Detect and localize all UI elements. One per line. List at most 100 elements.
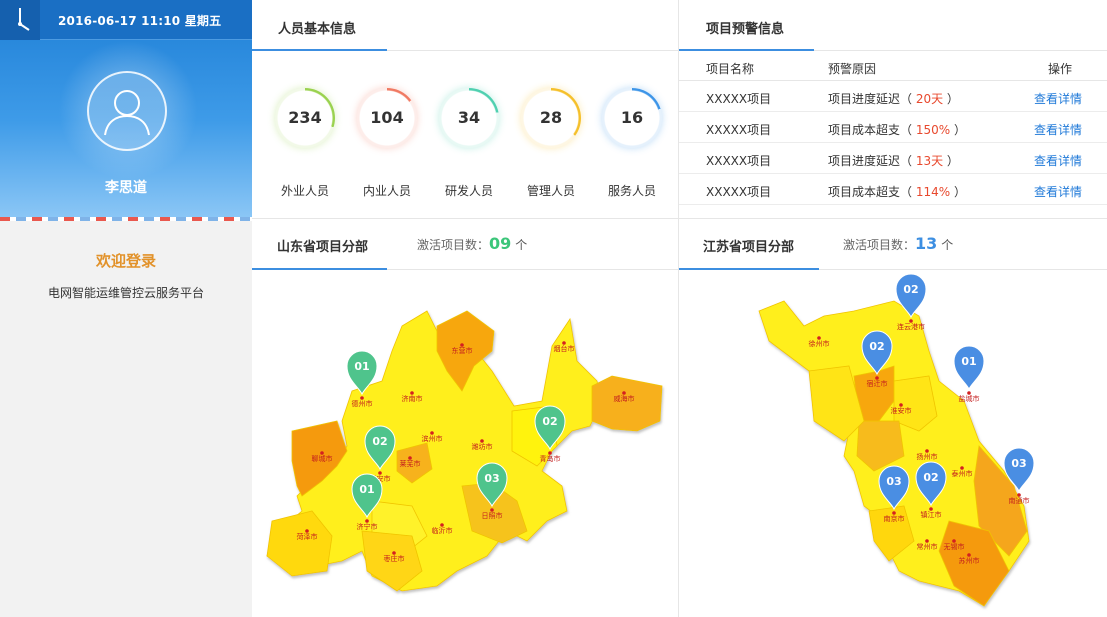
city-label: 日照市 bbox=[482, 511, 503, 520]
user-icon bbox=[104, 90, 150, 136]
active-unit: 个 bbox=[941, 238, 954, 252]
staff-panel-title: 人员基本信息 bbox=[278, 22, 357, 37]
city-label: 滨州市 bbox=[422, 434, 443, 443]
stat-value: 234 bbox=[288, 108, 322, 127]
city-label: 潍坊市 bbox=[472, 442, 493, 451]
city-label: 扬州市 bbox=[917, 452, 938, 461]
stat-value: 16 bbox=[620, 108, 644, 127]
stat-ring: 234 bbox=[275, 88, 335, 148]
warning-panel-title: 项目预警信息 bbox=[706, 22, 785, 37]
shandong-active: 激活项目数：09 个 bbox=[417, 234, 527, 253]
date-bar: 2016-06-17 11:10 星期五 bbox=[0, 0, 252, 40]
jiangsu-panel-header: 江苏省项目分部 激活项目数：13 个 bbox=[679, 219, 1107, 270]
warning-value: 150% bbox=[912, 123, 954, 137]
city-label: 泰州市 bbox=[952, 469, 973, 478]
user-name: 李思道 bbox=[105, 180, 147, 196]
city-label: 青岛市 bbox=[540, 454, 561, 463]
shandong-title: 山东省项目分部 bbox=[277, 240, 369, 255]
stat-label: 管理人员 bbox=[526, 184, 575, 198]
staff-stat: 104 内业人员 bbox=[356, 88, 418, 198]
clock-icon bbox=[0, 0, 40, 40]
active-count: 13 bbox=[915, 234, 938, 253]
col-name: 项目名称 bbox=[706, 62, 755, 76]
project-name: XXXXX项目 bbox=[706, 185, 772, 199]
city-label: 淮安市 bbox=[891, 406, 912, 415]
stat-label: 内业人员 bbox=[362, 184, 411, 198]
stat-value: 104 bbox=[370, 108, 404, 127]
city-label: 宿迁市 bbox=[867, 379, 888, 388]
map-pin-count: 02 bbox=[869, 340, 884, 353]
stat-value: 28 bbox=[539, 108, 563, 127]
jiangsu-active: 激活项目数：13 个 bbox=[843, 234, 953, 253]
map-pin-count: 03 bbox=[484, 472, 499, 485]
city-label: 南通市 bbox=[1009, 496, 1030, 505]
city-label: 连云港市 bbox=[897, 322, 925, 331]
platform-name: 电网智能运维管控云服务平台 bbox=[47, 286, 204, 300]
warning-panel: 项目预警信息 项目名称 预警原因 操作 XXXXX项目 项目进度延迟（ 20天 ）… bbox=[679, 0, 1107, 219]
map-pin[interactable]: 01 bbox=[953, 345, 985, 391]
col-action: 操作 bbox=[1048, 62, 1073, 76]
city-label: 盐城市 bbox=[959, 394, 980, 403]
map-pin-count: 02 bbox=[372, 435, 387, 448]
map-pin-count: 02 bbox=[923, 471, 938, 484]
warning-panel-header: 项目预警信息 bbox=[679, 0, 1107, 51]
city-label: 南京市 bbox=[884, 514, 905, 523]
project-name: XXXXX项目 bbox=[706, 123, 772, 137]
map-pin-count: 03 bbox=[1011, 457, 1026, 470]
tab-underline bbox=[679, 268, 819, 270]
view-details-link[interactable]: 查看详情 bbox=[1034, 90, 1082, 107]
staff-stat: 34 研发人员 bbox=[438, 88, 500, 198]
city-label: 烟台市 bbox=[554, 344, 575, 353]
tab-underline bbox=[252, 268, 387, 270]
city-label: 威海市 bbox=[614, 394, 635, 403]
shandong-panel-header: 山东省项目分部 激活项目数：09 个 bbox=[252, 219, 678, 270]
stat-ring: 104 bbox=[357, 88, 417, 148]
warning-reason: 项目进度延迟（ 20天 ） bbox=[828, 92, 959, 106]
jiangsu-title: 江苏省项目分部 bbox=[703, 240, 795, 255]
dashboard: 2016-06-17 11:10 星期五 李思道 欢迎登录 电网智能运维管控云服… bbox=[0, 0, 1107, 617]
map-pin-count: 01 bbox=[961, 355, 976, 368]
city-label: 菏泽市 bbox=[297, 532, 318, 541]
project-name: XXXXX项目 bbox=[706, 154, 772, 168]
staff-stat: 28 管理人员 bbox=[520, 88, 582, 198]
tab-underline bbox=[252, 49, 387, 51]
table-row: XXXXX项目 项目进度延迟（ 13天 ） 查看详情 bbox=[679, 143, 1107, 174]
city-label: 聊城市 bbox=[312, 454, 333, 463]
welcome-text: 欢迎登录 bbox=[95, 252, 156, 270]
active-label: 激活项目数： bbox=[417, 238, 490, 252]
divider-stripe bbox=[0, 217, 252, 221]
stat-label: 外业人员 bbox=[280, 184, 329, 198]
staff-stat: 16 服务人员 bbox=[601, 88, 663, 198]
city-label: 临沂市 bbox=[432, 526, 453, 535]
city-label: 镇江市 bbox=[921, 510, 942, 519]
table-row: XXXXX项目 项目成本超支（ 114% ） 查看详情 bbox=[679, 174, 1107, 205]
avatar[interactable] bbox=[87, 71, 167, 151]
map-pin-count: 02 bbox=[903, 283, 918, 296]
staff-panel-header: 人员基本信息 bbox=[252, 0, 678, 51]
warning-value: 20天 bbox=[912, 92, 947, 106]
active-count: 09 bbox=[489, 234, 512, 253]
shandong-map[interactable]: 德州市济南市东营市 烟台市威海市聊城市莱芜市泰安市潍坊市青岛市济宁市日照市菏泽市临… bbox=[252, 271, 679, 617]
stat-ring: 34 bbox=[439, 88, 499, 148]
city-label: 苏州市 bbox=[959, 556, 980, 565]
map-pin-count: 02 bbox=[542, 415, 557, 428]
staff-stat: 234 外业人员 bbox=[274, 88, 336, 198]
view-details-link[interactable]: 查看详情 bbox=[1034, 121, 1082, 138]
table-row: XXXXX项目 项目成本超支（ 150% ） 查看详情 bbox=[679, 112, 1107, 143]
city-label: 济宁市 bbox=[357, 522, 378, 531]
warning-value: 13天 bbox=[912, 154, 947, 168]
city-label: 东营市 bbox=[452, 346, 473, 355]
city-label: 莱芜市 bbox=[400, 459, 421, 468]
map-pin-count: 01 bbox=[359, 483, 374, 496]
jiangsu-map[interactable]: 连云港市徐州市宿迁市盐城市淮安市扬州市泰州市南京市 镇江市常州市 无锡市苏州市 南通市… bbox=[679, 271, 1107, 617]
active-unit: 个 bbox=[515, 238, 528, 252]
table-row: XXXXX项目 项目进度延迟（ 20天 ） 查看详情 bbox=[679, 81, 1107, 112]
view-details-link[interactable]: 查看详情 bbox=[1034, 183, 1082, 200]
city-label: 徐州市 bbox=[809, 339, 830, 348]
warning-table-header: 项目名称 预警原因 操作 bbox=[679, 51, 1107, 81]
warning-reason: 项目成本超支（ 150% ） bbox=[828, 123, 966, 137]
view-details-link[interactable]: 查看详情 bbox=[1034, 152, 1082, 169]
warning-reason: 项目成本超支（ 114% ） bbox=[828, 185, 966, 199]
map-pin-count: 01 bbox=[354, 360, 369, 373]
city-label: 无锡市 bbox=[944, 542, 965, 551]
